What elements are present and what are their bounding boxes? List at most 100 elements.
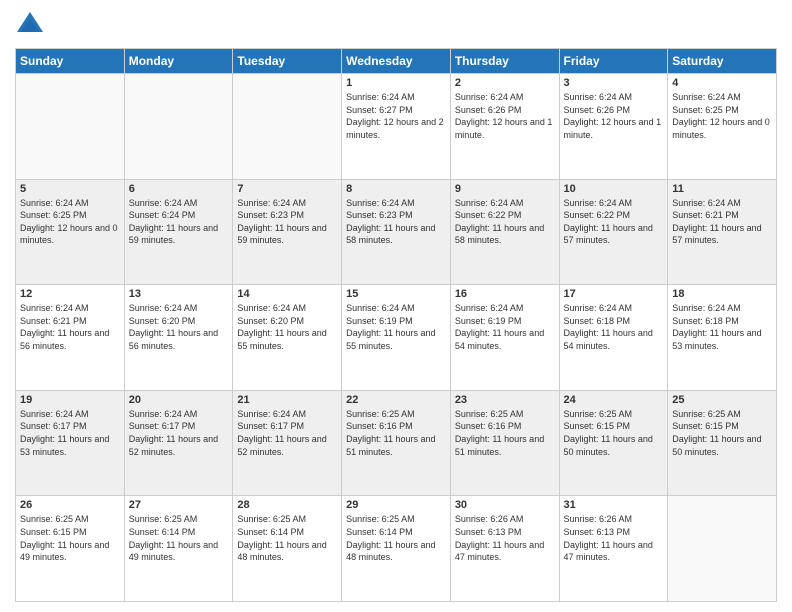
day-info: Sunrise: 6:24 AMSunset: 6:25 PMDaylight:…	[672, 91, 772, 141]
day-cell: 11Sunrise: 6:24 AMSunset: 6:21 PMDayligh…	[668, 179, 777, 285]
day-cell: 1Sunrise: 6:24 AMSunset: 6:27 PMDaylight…	[342, 74, 451, 180]
weekday-header-row: SundayMondayTuesdayWednesdayThursdayFrid…	[16, 49, 777, 74]
day-cell: 16 Sunrise: 6:24 AMSunset: 6:19 PMDayligh…	[450, 285, 559, 391]
day-info: Sunrise: 6:24 AMSunset: 6:27 PMDaylight:…	[346, 91, 446, 141]
day-number: 25	[672, 394, 772, 406]
day-cell: 25 Sunrise: 6:25 AMSunset: 6:15 PMDayligh…	[668, 390, 777, 496]
week-row-3: 19 Sunrise: 6:24 AMSunset: 6:17 PMDayligh…	[16, 390, 777, 496]
day-info: Sunrise: 6:24 AMSunset: 6:22 PMDaylight:…	[455, 197, 555, 247]
day-info: Sunrise: 6:25 AMSunset: 6:14 PMDaylight:…	[237, 513, 337, 563]
day-number: 22	[346, 394, 446, 406]
day-info: Sunrise: 6:24 AMSunset: 6:20 PMDaylight:…	[129, 302, 229, 352]
day-info: Sunrise: 6:24 AMSunset: 6:25 PMDaylight:…	[20, 197, 120, 247]
day-info: Sunrise: 6:24 AMSunset: 6:18 PMDaylight:…	[672, 302, 772, 352]
week-row-4: 26 Sunrise: 6:25 AMSunset: 6:15 PMDayligh…	[16, 496, 777, 602]
day-number: 9	[455, 183, 555, 195]
weekday-wednesday: Wednesday	[342, 49, 451, 74]
header	[15, 10, 777, 40]
weekday-saturday: Saturday	[668, 49, 777, 74]
day-cell: 27 Sunrise: 6:25 AMSunset: 6:14 PMDayligh…	[124, 496, 233, 602]
day-number: 21	[237, 394, 337, 406]
day-number: 27	[129, 499, 229, 511]
day-cell: 8 Sunrise: 6:24 AMSunset: 6:23 PMDaylight…	[342, 179, 451, 285]
day-info: Sunrise: 6:24 AMSunset: 6:26 PMDaylight:…	[564, 91, 664, 141]
day-info: Sunrise: 6:24 AMSunset: 6:21 PMDaylight:…	[20, 302, 120, 352]
day-number: 23	[455, 394, 555, 406]
weekday-friday: Friday	[559, 49, 668, 74]
day-number: 29	[346, 499, 446, 511]
day-number: 30	[455, 499, 555, 511]
day-cell: 4 Sunrise: 6:24 AMSunset: 6:25 PMDaylight…	[668, 74, 777, 180]
day-info: Sunrise: 6:24 AMSunset: 6:17 PMDaylight:…	[20, 408, 120, 458]
page: SundayMondayTuesdayWednesdayThursdayFrid…	[0, 0, 792, 612]
day-info: Sunrise: 6:24 AMSunset: 6:19 PMDaylight:…	[455, 302, 555, 352]
day-cell: 12 Sunrise: 6:24 AMSunset: 6:21 PMDayligh…	[16, 285, 125, 391]
day-info: Sunrise: 6:26 AMSunset: 6:13 PMDaylight:…	[455, 513, 555, 563]
day-number: 19	[20, 394, 120, 406]
day-number: 8	[346, 183, 446, 195]
day-info: Sunrise: 6:25 AMSunset: 6:14 PMDaylight:…	[129, 513, 229, 563]
day-cell: 28 Sunrise: 6:25 AMSunset: 6:14 PMDayligh…	[233, 496, 342, 602]
day-number: 17	[564, 288, 664, 300]
day-cell: 13Sunrise: 6:24 AMSunset: 6:20 PMDayligh…	[124, 285, 233, 391]
day-number: 5	[20, 183, 120, 195]
day-info: Sunrise: 6:24 AMSunset: 6:24 PMDaylight:…	[129, 197, 229, 247]
day-number: 10	[564, 183, 664, 195]
day-number: 3	[564, 77, 664, 89]
day-cell: 7 Sunrise: 6:24 AMSunset: 6:23 PMDaylight…	[233, 179, 342, 285]
day-cell	[233, 74, 342, 180]
day-info: Sunrise: 6:24 AMSunset: 6:22 PMDaylight:…	[564, 197, 664, 247]
day-info: Sunrise: 6:25 AMSunset: 6:15 PMDaylight:…	[564, 408, 664, 458]
day-cell: 9 Sunrise: 6:24 AMSunset: 6:22 PMDaylight…	[450, 179, 559, 285]
day-info: Sunrise: 6:24 AMSunset: 6:23 PMDaylight:…	[237, 197, 337, 247]
day-cell: 20Sunrise: 6:24 AMSunset: 6:17 PMDayligh…	[124, 390, 233, 496]
weekday-thursday: Thursday	[450, 49, 559, 74]
day-cell: 19 Sunrise: 6:24 AMSunset: 6:17 PMDayligh…	[16, 390, 125, 496]
day-number: 11	[672, 183, 772, 195]
day-info: Sunrise: 6:24 AMSunset: 6:23 PMDaylight:…	[346, 197, 446, 247]
day-number: 4	[672, 77, 772, 89]
day-cell: 24Sunrise: 6:25 AMSunset: 6:15 PMDayligh…	[559, 390, 668, 496]
day-cell: 3 Sunrise: 6:24 AMSunset: 6:26 PMDaylight…	[559, 74, 668, 180]
day-number: 18	[672, 288, 772, 300]
day-number: 20	[129, 394, 229, 406]
week-row-2: 12 Sunrise: 6:24 AMSunset: 6:21 PMDayligh…	[16, 285, 777, 391]
day-cell: 5 Sunrise: 6:24 AMSunset: 6:25 PMDaylight…	[16, 179, 125, 285]
day-cell: 14Sunrise: 6:24 AMSunset: 6:20 PMDayligh…	[233, 285, 342, 391]
day-cell: 29 Sunrise: 6:25 AMSunset: 6:14 PMDayligh…	[342, 496, 451, 602]
day-info: Sunrise: 6:24 AMSunset: 6:20 PMDaylight:…	[237, 302, 337, 352]
day-number: 16	[455, 288, 555, 300]
day-number: 26	[20, 499, 120, 511]
calendar: SundayMondayTuesdayWednesdayThursdayFrid…	[15, 48, 777, 602]
day-number: 2	[455, 77, 555, 89]
day-info: Sunrise: 6:24 AMSunset: 6:18 PMDaylight:…	[564, 302, 664, 352]
day-number: 6	[129, 183, 229, 195]
day-info: Sunrise: 6:25 AMSunset: 6:14 PMDaylight:…	[346, 513, 446, 563]
day-number: 15	[346, 288, 446, 300]
day-info: Sunrise: 6:24 AMSunset: 6:17 PMDaylight:…	[237, 408, 337, 458]
weekday-monday: Monday	[124, 49, 233, 74]
day-number: 28	[237, 499, 337, 511]
day-number: 12	[20, 288, 120, 300]
weekday-sunday: Sunday	[16, 49, 125, 74]
day-cell: 2 Sunrise: 6:24 AMSunset: 6:26 PMDaylight…	[450, 74, 559, 180]
day-number: 7	[237, 183, 337, 195]
week-row-1: 5 Sunrise: 6:24 AMSunset: 6:25 PMDaylight…	[16, 179, 777, 285]
day-cell	[124, 74, 233, 180]
week-row-0: 1Sunrise: 6:24 AMSunset: 6:27 PMDaylight…	[16, 74, 777, 180]
day-info: Sunrise: 6:25 AMSunset: 6:15 PMDaylight:…	[20, 513, 120, 563]
day-number: 31	[564, 499, 664, 511]
day-info: Sunrise: 6:24 AMSunset: 6:26 PMDaylight:…	[455, 91, 555, 141]
day-cell: 15 Sunrise: 6:24 AMSunset: 6:19 PMDayligh…	[342, 285, 451, 391]
day-cell: 31 Sunrise: 6:26 AMSunset: 6:13 PMDayligh…	[559, 496, 668, 602]
day-info: Sunrise: 6:25 AMSunset: 6:15 PMDaylight:…	[672, 408, 772, 458]
day-cell: 10 Sunrise: 6:24 AMSunset: 6:22 PMDayligh…	[559, 179, 668, 285]
day-cell	[16, 74, 125, 180]
day-cell: 30 Sunrise: 6:26 AMSunset: 6:13 PMDayligh…	[450, 496, 559, 602]
day-info: Sunrise: 6:24 AMSunset: 6:19 PMDaylight:…	[346, 302, 446, 352]
day-info: Sunrise: 6:26 AMSunset: 6:13 PMDaylight:…	[564, 513, 664, 563]
day-cell: 17 Sunrise: 6:24 AMSunset: 6:18 PMDayligh…	[559, 285, 668, 391]
logo-icon	[15, 10, 45, 40]
day-cell: 26 Sunrise: 6:25 AMSunset: 6:15 PMDayligh…	[16, 496, 125, 602]
day-cell: 18 Sunrise: 6:24 AMSunset: 6:18 PMDayligh…	[668, 285, 777, 391]
